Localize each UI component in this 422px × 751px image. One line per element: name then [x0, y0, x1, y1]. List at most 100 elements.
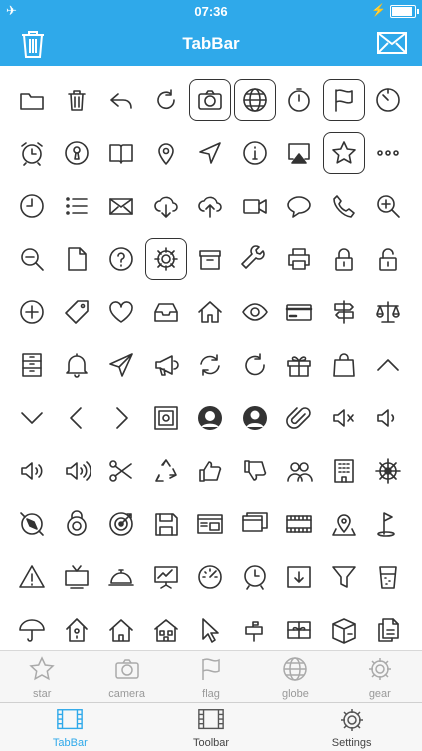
grid-cell-flag[interactable]: [322, 73, 367, 126]
grid-cell-globe[interactable]: [233, 73, 278, 126]
tab-toolbar[interactable]: Toolbar: [141, 703, 282, 751]
tab-settings[interactable]: Settings: [281, 703, 422, 751]
grid-cell-signpost[interactable]: [322, 285, 367, 338]
grid-cell-reload[interactable]: [233, 338, 278, 391]
grid-cell-cloud-upload[interactable]: [188, 179, 233, 232]
grid-cell-large-house[interactable]: [144, 603, 189, 656]
grid-cell-zoom-out[interactable]: [10, 232, 55, 285]
grid-cell-presentation[interactable]: [144, 550, 189, 603]
grid-cell-eye[interactable]: [233, 285, 278, 338]
grid-cell-add-circle[interactable]: [10, 285, 55, 338]
toolbar-item-star[interactable]: star: [0, 651, 84, 703]
grid-cell-tv[interactable]: [55, 550, 100, 603]
grid-cell-volume-medium[interactable]: [10, 444, 55, 497]
grid-cell-location-pin[interactable]: [322, 497, 367, 550]
grid-cell-list[interactable]: [55, 179, 100, 232]
grid-cell-stopwatch[interactable]: [277, 73, 322, 126]
grid-cell-service-bell[interactable]: [99, 550, 144, 603]
grid-cell-unlock[interactable]: [366, 232, 411, 285]
grid-cell-refresh[interactable]: [144, 73, 189, 126]
grid-cell-chevron-down[interactable]: [10, 391, 55, 444]
grid-cell-wall-clock[interactable]: [233, 550, 278, 603]
grid-cell-volume-mute[interactable]: [322, 391, 367, 444]
grid-cell-gear[interactable]: [144, 232, 189, 285]
grid-cell-credit-card[interactable]: [277, 285, 322, 338]
grid-cell-wrench[interactable]: [233, 232, 278, 285]
toolbar-item-camera[interactable]: camera: [84, 651, 168, 703]
grid-cell-users[interactable]: [277, 444, 322, 497]
grid-cell-house[interactable]: [99, 603, 144, 656]
grid-cell-gift[interactable]: [277, 338, 322, 391]
grid-cell-zoom-in[interactable]: [366, 179, 411, 232]
grid-cell-volume-high[interactable]: [55, 444, 100, 497]
grid-cell-navigation[interactable]: [188, 126, 233, 179]
grid-cell-shopping-bag[interactable]: [322, 338, 367, 391]
grid-cell-birdhouse[interactable]: [55, 603, 100, 656]
grid-cell-download-box[interactable]: [277, 550, 322, 603]
grid-cell-recycle[interactable]: [144, 444, 189, 497]
grid-cell-inbox[interactable]: [144, 285, 189, 338]
grid-cell-target[interactable]: [99, 497, 144, 550]
grid-cell-info[interactable]: [233, 126, 278, 179]
grid-cell-speedometer[interactable]: [188, 550, 233, 603]
grid-cell-umbrella[interactable]: [10, 603, 55, 656]
grid-cell-folder[interactable]: [10, 73, 55, 126]
grid-cell-help[interactable]: [99, 232, 144, 285]
grid-cell-building[interactable]: [322, 444, 367, 497]
grid-cell-scissors[interactable]: [99, 444, 144, 497]
grid-cell-document[interactable]: [55, 232, 100, 285]
grid-cell-drink-glass[interactable]: [366, 550, 411, 603]
grid-cell-ship-wheel[interactable]: [366, 444, 411, 497]
grid-cell-heart[interactable]: [99, 285, 144, 338]
grid-cell-windows[interactable]: [233, 497, 278, 550]
grid-cell-timer[interactable]: [366, 73, 411, 126]
grid-cell-browser-window[interactable]: [188, 497, 233, 550]
grid-cell-chevron-right[interactable]: [99, 391, 144, 444]
toolbar-item-flag[interactable]: flag: [169, 651, 253, 703]
grid-cell-gift-card[interactable]: [277, 603, 322, 656]
grid-cell-video[interactable]: [233, 179, 278, 232]
grid-cell-scales[interactable]: [366, 285, 411, 338]
grid-cell-cloud-download[interactable]: [144, 179, 189, 232]
grid-cell-female-user[interactable]: [188, 391, 233, 444]
grid-cell-star[interactable]: [322, 126, 367, 179]
grid-cell-megaphone[interactable]: [144, 338, 189, 391]
grid-cell-printer[interactable]: [277, 232, 322, 285]
grid-cell-chat-bubble[interactable]: [277, 179, 322, 232]
grid-cell-trash[interactable]: [55, 73, 100, 126]
grid-cell-lock[interactable]: [322, 232, 367, 285]
grid-cell-chevron-left[interactable]: [55, 391, 100, 444]
grid-cell-bell[interactable]: [55, 338, 100, 391]
grid-cell-copy-document[interactable]: [366, 603, 411, 656]
grid-cell-camera[interactable]: [188, 73, 233, 126]
grid-cell-cursor[interactable]: [188, 603, 233, 656]
grid-cell-mail[interactable]: [99, 179, 144, 232]
grid-cell-compass[interactable]: [10, 497, 55, 550]
grid-cell-golf-flag[interactable]: [366, 497, 411, 550]
grid-cell-home[interactable]: [188, 285, 233, 338]
grid-cell-mailbox[interactable]: [233, 603, 278, 656]
grid-cell-warning[interactable]: [10, 550, 55, 603]
grid-cell-alarm-clock[interactable]: [10, 126, 55, 179]
toolbar-item-globe[interactable]: globe: [253, 651, 337, 703]
grid-cell-floppy-disk[interactable]: [144, 497, 189, 550]
grid-cell-airplay[interactable]: [277, 126, 322, 179]
grid-cell-paperclip[interactable]: [277, 391, 322, 444]
grid-cell-package[interactable]: [322, 603, 367, 656]
grid-cell-map-pin[interactable]: [144, 126, 189, 179]
grid-cell-combination-lock[interactable]: [55, 497, 100, 550]
grid-cell-reply[interactable]: [99, 73, 144, 126]
grid-cell-book[interactable]: [99, 126, 144, 179]
grid-cell-more[interactable]: [366, 126, 411, 179]
grid-cell-drawers[interactable]: [10, 338, 55, 391]
grid-cell-tag[interactable]: [55, 285, 100, 338]
tab-tabbar[interactable]: TabBar: [0, 703, 141, 751]
grid-cell-archive-box[interactable]: [188, 232, 233, 285]
grid-cell-thumbs-down[interactable]: [233, 444, 278, 497]
grid-cell-thumbs-up[interactable]: [188, 444, 233, 497]
mail-button[interactable]: [376, 30, 408, 56]
grid-cell-safe[interactable]: [144, 391, 189, 444]
grid-cell-chevron-up[interactable]: [366, 338, 411, 391]
grid-cell-film-strip[interactable]: [277, 497, 322, 550]
toolbar-item-gear[interactable]: gear: [338, 651, 422, 703]
